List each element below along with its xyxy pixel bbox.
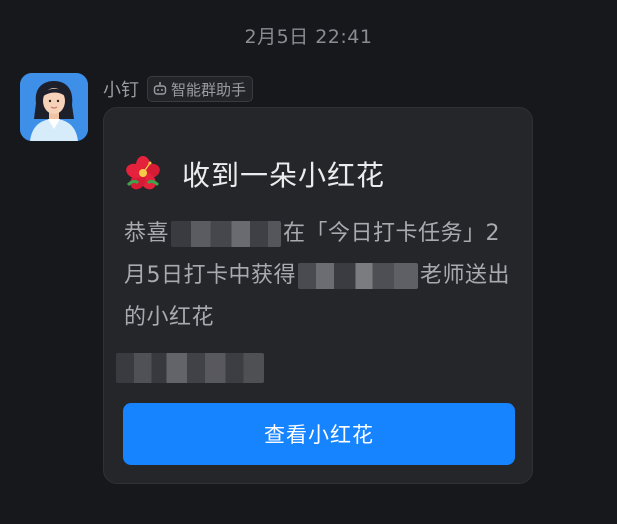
bot-tag-label: 智能群助手 [171,80,247,99]
body-line-2-prefix: 月5日打卡中获得 [124,263,296,288]
body-line-2-suffix: 老师送出 [420,263,511,288]
card-header: 收到一朵小红花 [124,154,385,194]
body-line-1-suffix: 在「今日打卡任务」2 [283,221,501,246]
robot-icon [153,82,167,95]
body-line-1-prefix: 恭喜 [124,221,170,246]
redacted-name-mosaic [171,221,282,247]
flower-notification-card[interactable]: 收到一朵小红花 恭喜 在「今日打卡任务」2 月5日打卡中获得 老师送出 的小红花 查… [103,107,533,484]
redacted-teacher-mosaic [298,263,418,289]
redacted-info-mosaic [116,353,264,383]
sender-info: 小钉 智能群助手 [103,76,254,102]
body-line-3: 的小红花 [124,305,215,330]
sender-avatar[interactable] [20,73,88,141]
red-flower-icon [126,156,160,190]
view-flower-button[interactable]: 查看小红花 [123,403,515,465]
card-body: 恭喜 在「今日打卡任务」2 月5日打卡中获得 老师送出 的小红花 [124,213,510,339]
body-line-2: 月5日打卡中获得 老师送出 [124,255,510,297]
bot-tag: 智能群助手 [147,76,254,102]
card-title: 收到一朵小红花 [182,159,386,192]
sender-name[interactable]: 小钉 [103,76,139,102]
message-timestamp: 2月5日 22:41 [244,26,373,48]
woman-avatar-icon [20,73,88,141]
body-line-1: 恭喜 在「今日打卡任务」2 [124,213,504,255]
